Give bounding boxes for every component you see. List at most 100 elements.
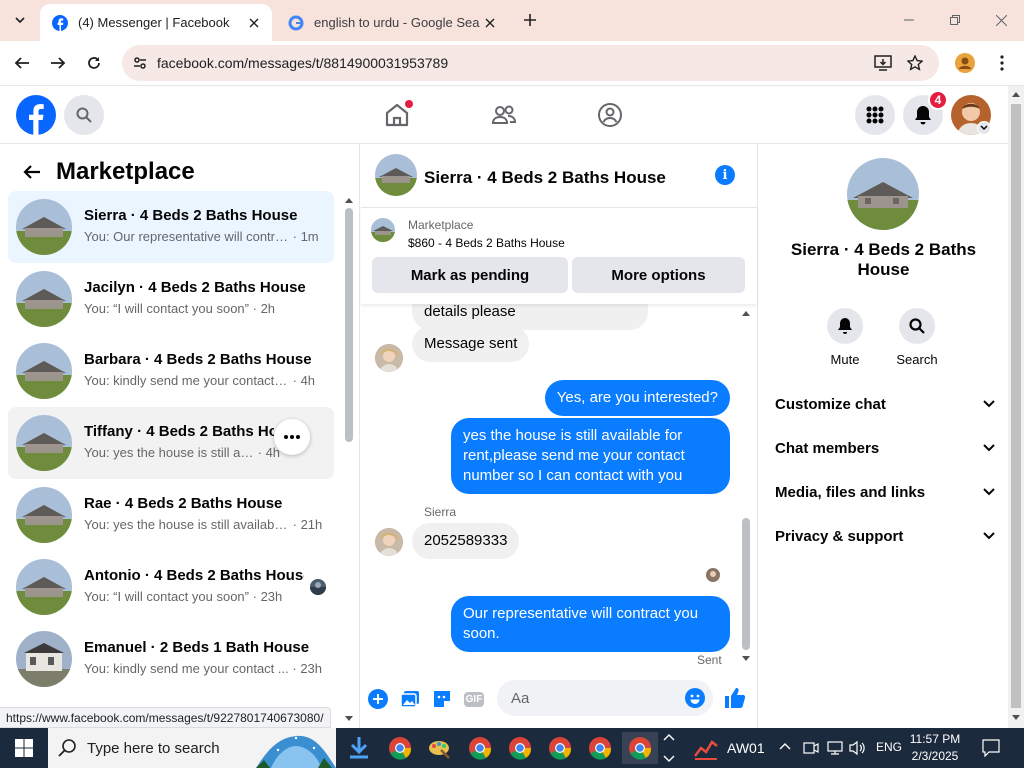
gif-icon[interactable]: GIF [462, 688, 486, 710]
chrome-app-icon[interactable] [502, 732, 538, 764]
forward-button[interactable] [44, 49, 72, 77]
browser-menu-button[interactable] [988, 49, 1016, 77]
back-button[interactable] [8, 49, 36, 77]
emoji-icon[interactable] [685, 688, 705, 708]
page-scrollbar-thumb[interactable] [1011, 104, 1021, 708]
bell-icon [915, 106, 931, 125]
conversation-options-button[interactable] [274, 419, 310, 455]
conversation-name: Jacilyn · 4 Beds 2 Baths House [84, 279, 306, 296]
conversation-item[interactable]: Antonio · 4 Beds 2 Baths House You: “I w… [8, 551, 334, 623]
page-scrollbar[interactable] [1008, 86, 1024, 728]
sender-avatar [375, 528, 403, 556]
message-scrollbar[interactable] [739, 304, 753, 668]
chrome-app-icon[interactable] [462, 732, 498, 764]
back-button[interactable] [18, 158, 46, 186]
like-thumb-icon[interactable] [723, 686, 747, 710]
chrome-app-icon-active[interactable] [622, 732, 658, 764]
more-horiz-icon [284, 435, 300, 439]
bookmark-star-icon[interactable] [905, 53, 925, 73]
chrome-app-icon[interactable] [582, 732, 618, 764]
tab-google-search[interactable]: english to urdu - Google Search [276, 4, 508, 41]
url-text: facebook.com/messages/t/8814900031953789 [157, 55, 449, 71]
conversation-list-pane: Marketplace Sierra · 4 Beds 2 Baths Hous… [0, 144, 360, 728]
close-tab-icon[interactable] [244, 13, 264, 33]
language-indicator[interactable]: ENG [876, 740, 902, 754]
message-input[interactable]: Aa [497, 680, 713, 716]
network-icon[interactable] [827, 740, 843, 761]
taskbar-scroll-arrows[interactable] [662, 730, 676, 766]
restore-button[interactable] [932, 0, 978, 40]
taskbar-search-box[interactable]: Type here to search [48, 728, 336, 768]
conversation-preview: You: kindly send me your contact ... · 2… [84, 661, 323, 676]
menu-grid-button[interactable] [855, 95, 895, 135]
install-app-icon[interactable] [873, 53, 893, 73]
chrome-app-icon[interactable] [382, 732, 418, 764]
stock-ticker-label: AW01 [727, 740, 765, 756]
chat-header: Sierra · 4 Beds 2 Baths House i [361, 144, 757, 208]
conversation-item[interactable]: Jacilyn · 4 Beds 2 Baths House You: “I w… [8, 263, 334, 335]
facebook-logo-icon[interactable] [16, 95, 56, 135]
chat-members-section[interactable]: Chat members [775, 436, 995, 460]
search-icon [76, 107, 92, 123]
outgoing-message[interactable]: Yes, are you interested? [544, 380, 730, 416]
grid-icon [866, 106, 884, 124]
chat-house-avatar[interactable] [375, 154, 417, 196]
reload-button[interactable] [80, 49, 108, 77]
incoming-message[interactable]: Message sent [412, 326, 530, 362]
chrome-app-icon[interactable] [542, 732, 578, 764]
close-window-button[interactable] [978, 0, 1024, 40]
sent-status: Sent [697, 653, 722, 667]
tray-overflow-icon[interactable] [778, 740, 792, 759]
home-nav-icon[interactable] [382, 100, 413, 130]
meet-now-icon[interactable] [803, 740, 819, 761]
paint-app-icon[interactable] [421, 732, 457, 764]
outgoing-message[interactable]: Our representative will contract you soo… [451, 596, 730, 652]
google-favicon-icon [288, 15, 304, 30]
search-button[interactable] [64, 95, 104, 135]
add-actions-icon[interactable] [367, 688, 389, 710]
address-bar[interactable]: facebook.com/messages/t/8814900031953789 [122, 45, 939, 81]
volume-icon[interactable] [849, 740, 867, 761]
message-scroll-thumb[interactable] [742, 518, 750, 650]
outgoing-message[interactable]: yes the house is still available for ren… [451, 418, 730, 494]
sticker-icon[interactable] [431, 688, 453, 710]
start-button[interactable] [0, 728, 48, 768]
mark-as-pending-button[interactable]: Mark as pending [372, 257, 568, 293]
minimize-button[interactable] [886, 0, 932, 40]
new-tab-button[interactable] [518, 10, 542, 30]
tab-messenger[interactable]: (4) Messenger | Facebook [40, 4, 272, 41]
conversation-item[interactable]: Emanuel · 2 Beds 1 Bath House You: kindl… [8, 623, 334, 695]
chat-info-house-avatar[interactable] [847, 158, 919, 230]
customize-chat-section[interactable]: Customize chat [775, 392, 995, 416]
chat-title[interactable]: Sierra · 4 Beds 2 Baths House [424, 168, 666, 188]
more-options-button[interactable]: More options [572, 257, 745, 293]
conversation-item[interactable]: Sierra · 4 Beds 2 Baths House You: Our r… [8, 191, 334, 263]
photo-icon[interactable] [399, 688, 421, 710]
close-tab-icon[interactable] [480, 13, 500, 33]
listing-thumbnail[interactable] [371, 218, 395, 242]
media-files-links-section[interactable]: Media, files and links [775, 480, 995, 504]
groups-nav-icon[interactable] [595, 100, 625, 130]
tab-search-button[interactable] [8, 8, 32, 32]
listing-title[interactable]: $860 - 4 Beds 2 Baths House [408, 236, 565, 250]
taskbar-clock[interactable]: 11:57 PM 2/3/2025 [905, 731, 965, 765]
site-info-icon[interactable] [130, 53, 150, 73]
downloads-app-icon[interactable] [341, 732, 377, 764]
search-in-chat-action[interactable]: Search [887, 308, 947, 367]
stock-app-icon[interactable] [694, 736, 718, 760]
account-chevron-icon[interactable] [977, 121, 991, 135]
incoming-message[interactable]: 2052589333 [412, 523, 520, 559]
conversation-item[interactable]: Barbara · 4 Beds 2 Baths House You: kind… [8, 335, 334, 407]
conversation-item[interactable]: Tiffany · 4 Beds 2 Baths House You: yes … [8, 407, 334, 479]
house-thumbnail [16, 487, 72, 543]
profile-avatar[interactable] [951, 49, 979, 77]
notification-center-icon[interactable] [982, 739, 1000, 762]
privacy-support-section[interactable]: Privacy & support [775, 524, 995, 548]
conversation-list-scrollbar[interactable] [342, 192, 356, 728]
list-title: Marketplace [56, 158, 195, 185]
conversation-item[interactable]: Rae · 4 Beds 2 Baths House You: yes the … [8, 479, 334, 551]
conversation-list-scroll-thumb[interactable] [345, 208, 353, 442]
info-icon[interactable]: i [715, 165, 735, 185]
mute-action[interactable]: Mute [815, 308, 875, 367]
friends-nav-icon[interactable] [489, 100, 519, 130]
